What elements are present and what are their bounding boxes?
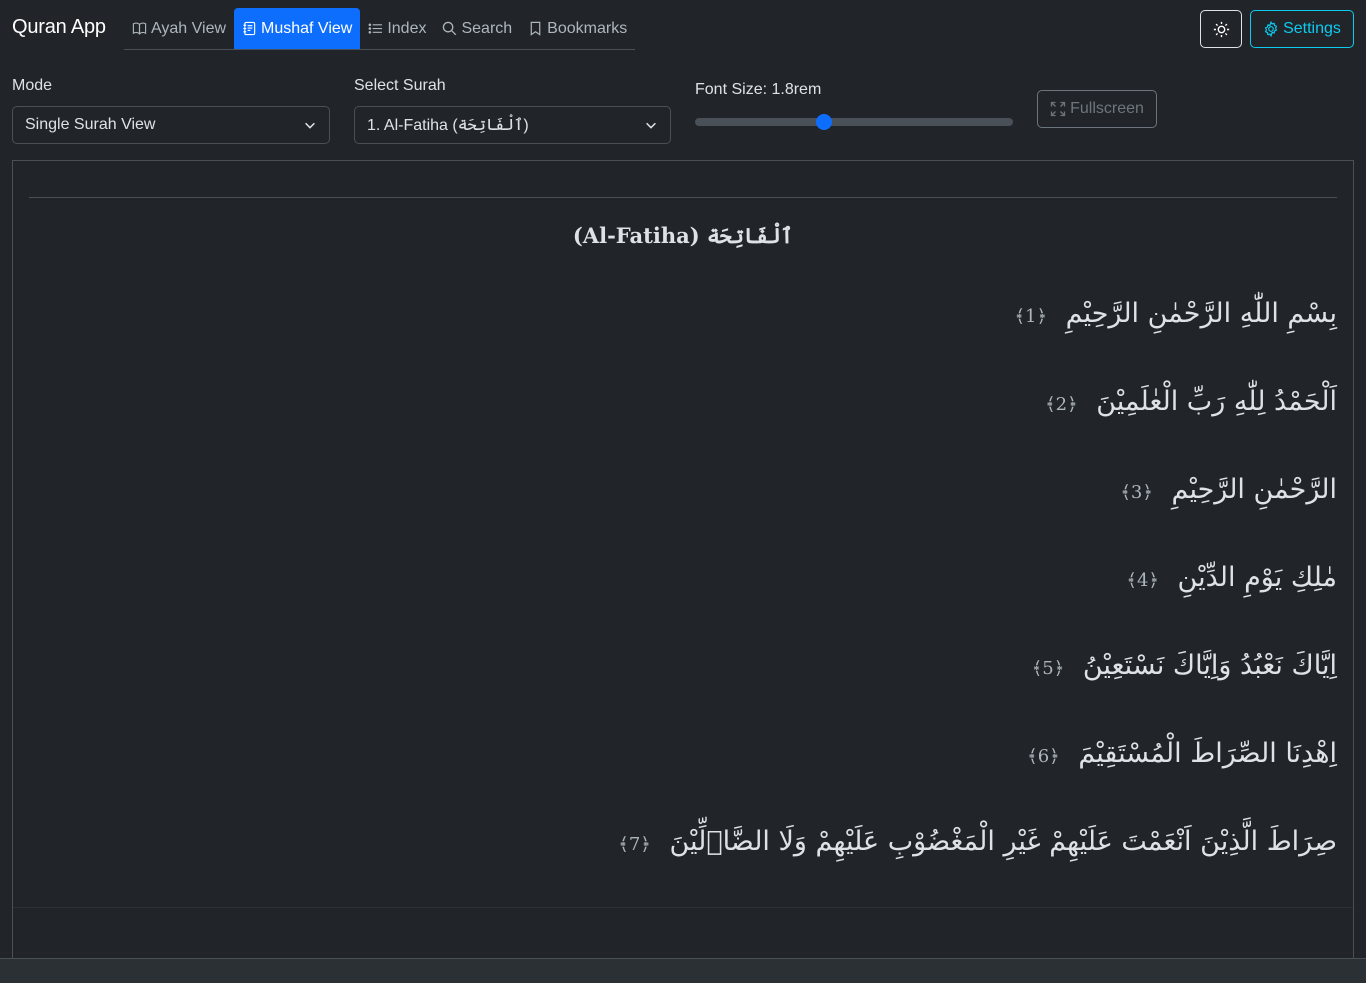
bookmark-icon	[530, 21, 541, 36]
surah-select[interactable]: 1. Al-Fatiha (ٱلْفَاتِحَة)	[354, 106, 671, 144]
ayah-text: اِهْدِنَا الصِّرَاطَ الْمُسْتَقِيْمَ	[1078, 738, 1337, 769]
ayah-number: ﴿1﴾	[1014, 306, 1048, 327]
ayah-number: ﴿5﴾	[1031, 658, 1065, 679]
mushaf-panel: (Al-Fatiha) ٱلْفَاتِحَة بِسْمِ اللّٰهِ ا…	[12, 160, 1354, 970]
surah-title: (Al-Fatiha) ٱلْفَاتِحَة	[572, 223, 794, 248]
ayah-line[interactable]: اِهْدِنَا الصِّرَاطَ الْمُسْتَقِيْمَ ﴿6﴾	[1027, 738, 1337, 769]
mode-select[interactable]: Single Surah View	[12, 106, 330, 144]
ayah-line[interactable]: اَلْحَمْدُ لِلّٰهِ رَبِّ الْعٰلَمِيْنَ ﴿…	[1045, 386, 1337, 417]
font-size-slider-thumb[interactable]	[815, 114, 832, 130]
ayah-text: صِرَاطَ الَّذِيْنَ اَنْعَمْتَ عَلَيْهِمْ…	[669, 826, 1337, 857]
ayah-text: الرَّحْمٰنِ الرَّحِيْمِ	[1171, 474, 1338, 505]
ayah-text: بِسْمِ اللّٰهِ الرَّحْمٰنِ الرَّحِيْمِ	[1065, 298, 1337, 329]
ayah-text: مٰلِكِ يَوْمِ الدِّيْنِ	[1177, 562, 1337, 593]
ayah-number: ﴿7﴾	[618, 834, 651, 855]
chevron-down-icon	[646, 122, 656, 129]
ayah-text: اَلْحَمْدُ لِلّٰهِ رَبِّ الْعٰلَمِيْنَ	[1096, 386, 1337, 417]
main-nav: Ayah View Mushaf View Index Search Bookm…	[124, 8, 636, 50]
fullscreen-icon	[1050, 101, 1066, 117]
bottom-bar	[0, 958, 1366, 983]
app-title[interactable]: Quran App	[12, 16, 106, 39]
ayah-text: اِيَّاكَ نَعْبُدُ وَاِيَّاكَ نَسْتَعِيْن…	[1082, 650, 1337, 681]
ayah-number: ﴿6﴾	[1027, 746, 1060, 767]
tab-label: Mushaf View	[261, 19, 353, 37]
surah-label: Select Surah	[354, 77, 446, 94]
font-size-slider-fill	[695, 118, 824, 126]
ayah-number: ﴿2﴾	[1045, 394, 1078, 415]
surah-select-value: 1. Al-Fatiha (ٱلْفَاتِحَة)	[367, 117, 529, 134]
mode-label: Mode	[12, 77, 53, 94]
ayah-line[interactable]: اِيَّاكَ نَعْبُدُ وَاِيَّاكَ نَسْتَعِيْن…	[1032, 650, 1337, 681]
tab-label: Search	[461, 19, 513, 37]
tab-label: Index	[387, 19, 427, 37]
settings-label: Settings	[1283, 20, 1341, 37]
settings-button[interactable]: Settings	[1250, 10, 1354, 48]
theme-toggle-button[interactable]	[1200, 10, 1242, 48]
tab-search[interactable]: Search	[434, 8, 520, 49]
tab-bookmarks[interactable]: Bookmarks	[520, 8, 635, 49]
divider	[29, 197, 1337, 198]
fullscreen-button[interactable]: Fullscreen	[1037, 90, 1157, 128]
tab-mushaf-view[interactable]: Mushaf View	[234, 8, 361, 49]
search-icon	[443, 21, 457, 36]
font-size-label: Font Size: 1.8rem	[695, 81, 822, 98]
book-icon	[132, 22, 147, 35]
tab-label: Bookmarks	[547, 19, 628, 37]
font-size-slider[interactable]	[695, 114, 1013, 130]
mode-select-value: Single Surah View	[25, 116, 156, 133]
ayah-line[interactable]: مٰلِكِ يَوْمِ الدِّيْنِ ﴿4﴾	[1126, 562, 1337, 593]
gear-icon	[1264, 21, 1278, 37]
panel-footer-divider	[13, 907, 1353, 908]
sun-icon	[1213, 21, 1229, 37]
ayah-line[interactable]: بِسْمِ اللّٰهِ الرَّحْمٰنِ الرَّحِيْمِ ﴿…	[1014, 298, 1337, 329]
ayah-number: ﴿4﴾	[1126, 570, 1159, 591]
chevron-down-icon	[305, 122, 315, 129]
tab-label: Ayah View	[151, 19, 227, 37]
tab-ayah-view[interactable]: Ayah View	[124, 8, 234, 49]
ayah-number: ﴿3﴾	[1120, 482, 1153, 503]
journal-icon	[243, 21, 256, 36]
fullscreen-label: Fullscreen	[1070, 100, 1144, 117]
tab-index[interactable]: Index	[360, 8, 434, 49]
list-icon	[368, 23, 383, 34]
ayah-line[interactable]: الرَّحْمٰنِ الرَّحِيْمِ ﴿3﴾	[1120, 474, 1337, 505]
ayah-line[interactable]: صِرَاطَ الَّذِيْنَ اَنْعَمْتَ عَلَيْهِمْ…	[618, 826, 1337, 857]
